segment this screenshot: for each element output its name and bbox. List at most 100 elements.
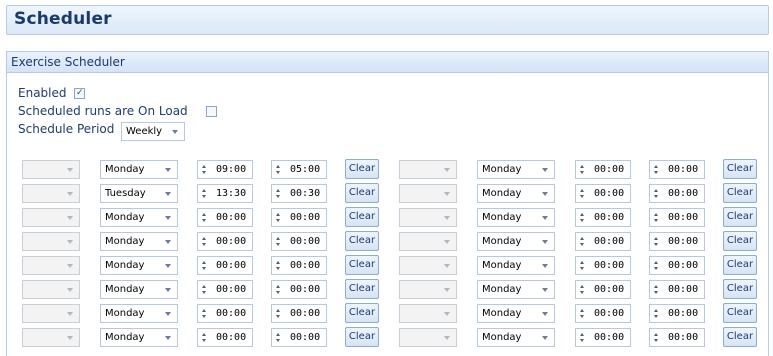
week-select[interactable] [399, 184, 457, 203]
spinner-arrows-icon[interactable] [202, 235, 208, 248]
clear-button[interactable]: Clear [345, 303, 379, 323]
clear-button[interactable]: Clear [723, 327, 757, 347]
duration-spinner[interactable]: 00:00 [649, 160, 705, 179]
week-select[interactable] [399, 328, 457, 347]
duration-spinner[interactable]: 00:00 [649, 328, 705, 347]
spinner-arrows-icon[interactable] [654, 283, 660, 296]
spinner-arrows-icon[interactable] [276, 259, 282, 272]
clear-button[interactable]: Clear [345, 255, 379, 275]
spinner-arrows-icon[interactable] [276, 307, 282, 320]
start-time-spinner[interactable]: 00:00 [575, 160, 631, 179]
week-select[interactable] [22, 184, 80, 203]
start-time-spinner[interactable]: 00:00 [575, 232, 631, 251]
clear-button[interactable]: Clear [723, 303, 757, 323]
start-time-spinner[interactable]: 00:00 [575, 280, 631, 299]
spinner-arrows-icon[interactable] [654, 259, 660, 272]
start-time-spinner[interactable]: 00:00 [575, 328, 631, 347]
clear-button[interactable]: Clear [723, 183, 757, 203]
spinner-arrows-icon[interactable] [202, 331, 208, 344]
start-time-spinner[interactable]: 00:00 [575, 304, 631, 323]
clear-button[interactable]: Clear [723, 207, 757, 227]
week-select[interactable] [22, 256, 80, 275]
clear-button[interactable]: Clear [723, 231, 757, 251]
spinner-arrows-icon[interactable] [580, 163, 586, 176]
spinner-arrows-icon[interactable] [202, 259, 208, 272]
duration-spinner[interactable]: 00:00 [271, 208, 327, 227]
clear-button[interactable]: Clear [345, 327, 379, 347]
day-select[interactable]: Monday [477, 208, 555, 227]
week-select[interactable] [22, 304, 80, 323]
day-select[interactable]: Monday [477, 256, 555, 275]
spinner-arrows-icon[interactable] [276, 187, 282, 200]
duration-spinner[interactable]: 00:00 [649, 256, 705, 275]
week-select[interactable] [22, 232, 80, 251]
duration-spinner[interactable]: 00:00 [649, 280, 705, 299]
spinner-arrows-icon[interactable] [580, 259, 586, 272]
week-select[interactable] [399, 280, 457, 299]
spinner-arrows-icon[interactable] [276, 331, 282, 344]
week-select[interactable] [399, 232, 457, 251]
duration-spinner[interactable]: 00:00 [649, 208, 705, 227]
duration-spinner[interactable]: 00:00 [271, 304, 327, 323]
duration-spinner[interactable]: 00:00 [271, 256, 327, 275]
clear-button[interactable]: Clear [345, 183, 379, 203]
spinner-arrows-icon[interactable] [202, 211, 208, 224]
clear-button[interactable]: Clear [723, 159, 757, 179]
spinner-arrows-icon[interactable] [580, 331, 586, 344]
week-select[interactable] [22, 328, 80, 347]
week-select[interactable] [22, 280, 80, 299]
spinner-arrows-icon[interactable] [202, 283, 208, 296]
start-time-spinner[interactable]: 00:00 [197, 280, 253, 299]
day-select[interactable]: Monday [100, 328, 178, 347]
day-select[interactable]: Monday [100, 280, 178, 299]
clear-button[interactable]: Clear [345, 207, 379, 227]
day-select[interactable]: Monday [100, 304, 178, 323]
week-select[interactable] [22, 208, 80, 227]
spinner-arrows-icon[interactable] [202, 307, 208, 320]
spinner-arrows-icon[interactable] [276, 163, 282, 176]
duration-spinner[interactable]: 00:00 [271, 232, 327, 251]
day-select[interactable]: Tuesday [100, 184, 178, 203]
spinner-arrows-icon[interactable] [654, 211, 660, 224]
duration-spinner[interactable]: 00:00 [649, 232, 705, 251]
enabled-checkbox[interactable]: ✓ [74, 88, 86, 99]
start-time-spinner[interactable]: 13:30 [197, 184, 253, 203]
start-time-spinner[interactable]: 09:00 [197, 160, 253, 179]
duration-spinner[interactable]: 00:00 [649, 184, 705, 203]
spinner-arrows-icon[interactable] [654, 307, 660, 320]
day-select[interactable]: Monday [477, 160, 555, 179]
spinner-arrows-icon[interactable] [580, 187, 586, 200]
clear-button[interactable]: Clear [723, 279, 757, 299]
onload-checkbox[interactable] [205, 106, 217, 117]
spinner-arrows-icon[interactable] [202, 187, 208, 200]
day-select[interactable]: Monday [100, 256, 178, 275]
start-time-spinner[interactable]: 00:00 [197, 328, 253, 347]
clear-button[interactable]: Clear [723, 255, 757, 275]
clear-button[interactable]: Clear [345, 159, 379, 179]
spinner-arrows-icon[interactable] [654, 235, 660, 248]
day-select[interactable]: Monday [100, 160, 178, 179]
clear-button[interactable]: Clear [345, 279, 379, 299]
day-select[interactable]: Monday [477, 184, 555, 203]
spinner-arrows-icon[interactable] [580, 211, 586, 224]
start-time-spinner[interactable]: 00:00 [197, 232, 253, 251]
spinner-arrows-icon[interactable] [580, 307, 586, 320]
day-select[interactable]: Monday [100, 208, 178, 227]
start-time-spinner[interactable]: 00:00 [197, 256, 253, 275]
schedule-period-select[interactable]: Weekly [121, 122, 185, 141]
spinner-arrows-icon[interactable] [580, 283, 586, 296]
week-select[interactable] [399, 304, 457, 323]
day-select[interactable]: Monday [477, 328, 555, 347]
duration-spinner[interactable]: 05:00 [271, 160, 327, 179]
clear-button[interactable]: Clear [345, 231, 379, 251]
start-time-spinner[interactable]: 00:00 [575, 208, 631, 227]
start-time-spinner[interactable]: 00:00 [197, 304, 253, 323]
duration-spinner[interactable]: 00:00 [271, 328, 327, 347]
week-select[interactable] [399, 256, 457, 275]
spinner-arrows-icon[interactable] [276, 283, 282, 296]
week-select[interactable] [22, 160, 80, 179]
spinner-arrows-icon[interactable] [580, 235, 586, 248]
day-select[interactable]: Monday [100, 232, 178, 251]
start-time-spinner[interactable]: 00:00 [575, 184, 631, 203]
day-select[interactable]: Monday [477, 304, 555, 323]
